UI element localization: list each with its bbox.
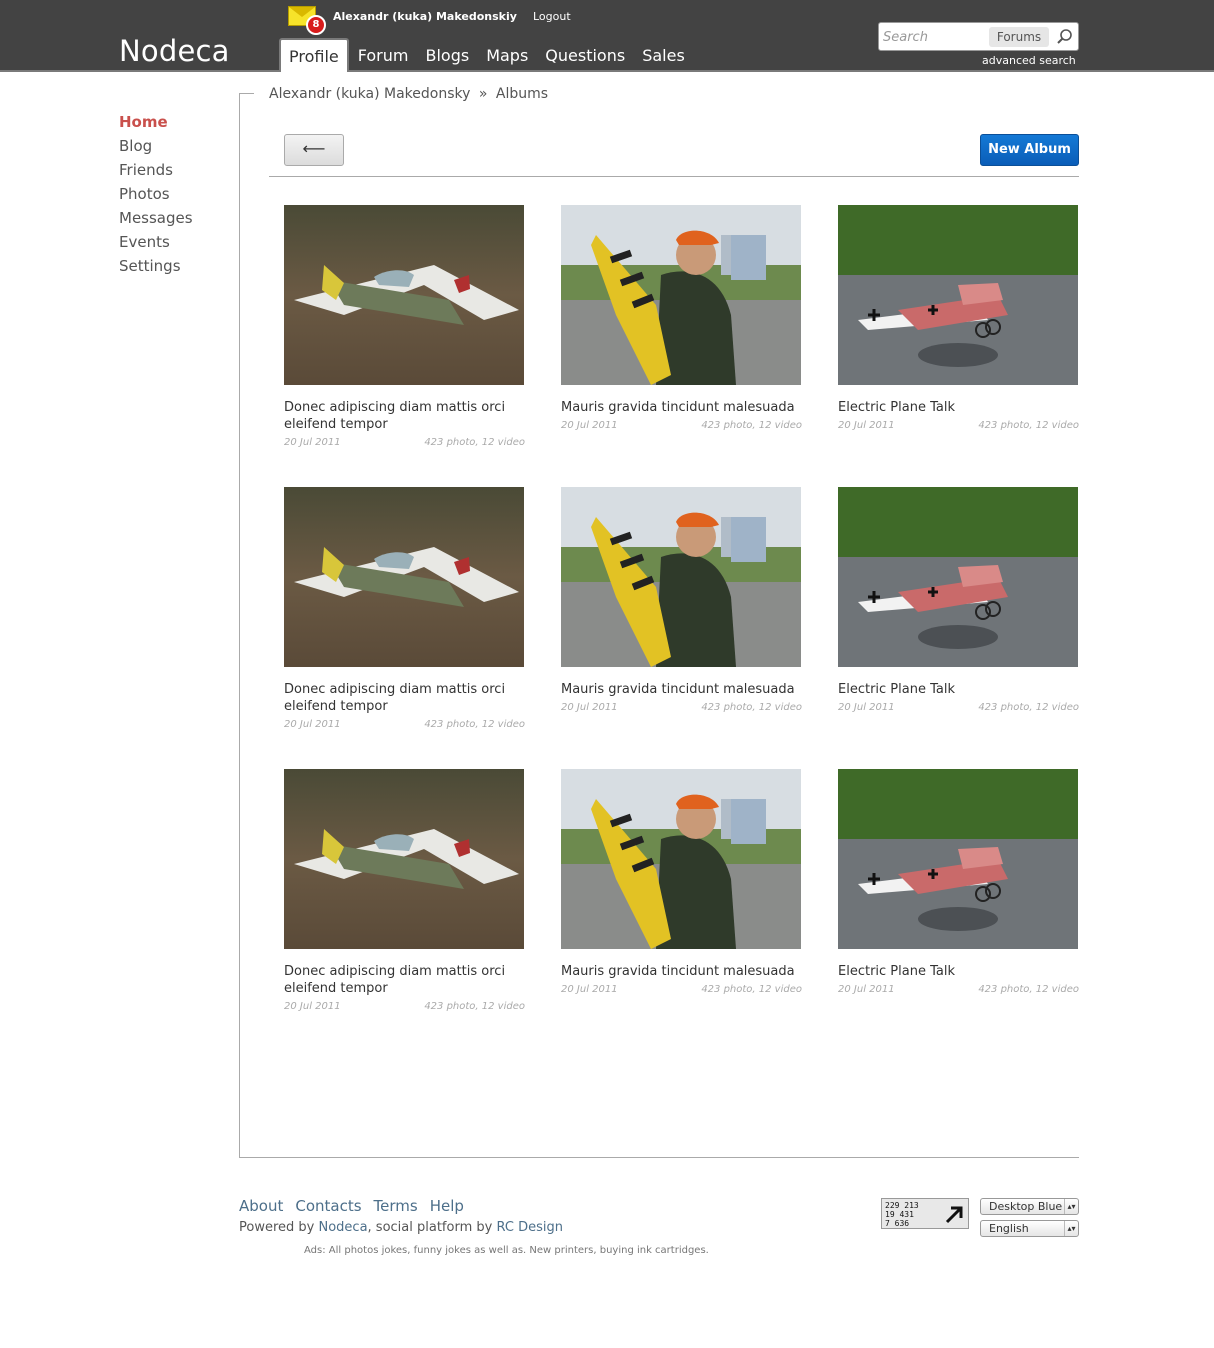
album-thumbnail[interactable] [284, 205, 524, 385]
album-thumbnail[interactable] [838, 769, 1078, 949]
select-arrows-icon: ▴▾ [1064, 1221, 1078, 1236]
album-title[interactable]: Mauris gravida tincidunt malesuada [561, 399, 802, 416]
album-date: 20 Jul 2011 [284, 719, 341, 730]
search-scope-button[interactable]: Forums [989, 27, 1049, 47]
album-counts: 423 photo, 12 video [701, 702, 802, 713]
ads-text: Ads: All photos jokes, funny jokes as we… [304, 1245, 709, 1256]
visit-counter[interactable]: 229 213 19 431 7 636 [881, 1198, 969, 1229]
notification-badge: 8 [306, 15, 326, 35]
album-title[interactable]: Donec adipiscing diam mattis orci eleife… [284, 399, 525, 433]
album-title[interactable]: Mauris gravida tincidunt malesuada [561, 681, 802, 698]
tab-forum[interactable]: Forum [349, 38, 417, 72]
sidebar-item-friends[interactable]: Friends [119, 160, 193, 184]
footer-link-contacts[interactable]: Contacts [295, 1197, 361, 1215]
username-link[interactable]: Alexandr (kuka) Makedonskiy [333, 10, 517, 23]
album-counts: 423 photo, 12 video [978, 420, 1079, 431]
tab-profile[interactable]: Profile [279, 38, 349, 72]
sidebar-item-settings[interactable]: Settings [119, 256, 193, 280]
album-title[interactable]: Electric Plane Talk [838, 963, 1079, 980]
album-date: 20 Jul 2011 [838, 702, 895, 713]
album-counts: 423 photo, 12 video [701, 420, 802, 431]
messages-icon[interactable]: 8 [288, 6, 326, 35]
album-date: 20 Jul 2011 [838, 420, 895, 431]
main-nav-tabs: Profile Forum Blogs Maps Questions Sales [279, 38, 693, 72]
tab-questions[interactable]: Questions [536, 38, 633, 72]
language-select-value: English [989, 1222, 1029, 1235]
album-title[interactable]: Mauris gravida tincidunt malesuada [561, 963, 802, 980]
album-card[interactable]: Donec adipiscing diam mattis orci eleife… [284, 205, 525, 448]
tab-maps[interactable]: Maps [477, 38, 536, 72]
sidebar-item-events[interactable]: Events [119, 232, 193, 256]
powered-prefix: Powered by [239, 1220, 315, 1235]
search-input[interactable] [883, 27, 985, 47]
breadcrumb-current: Albums [495, 86, 549, 102]
tab-sales[interactable]: Sales [633, 38, 693, 72]
album-card[interactable]: Mauris gravida tincidunt malesuada 20 Ju… [561, 487, 802, 713]
album-card[interactable]: Electric Plane Talk 20 Jul 2011 423 photo… [838, 205, 1079, 431]
language-select[interactable]: English ▴▾ [980, 1220, 1079, 1237]
album-card[interactable]: Donec adipiscing diam mattis orci eleife… [284, 487, 525, 730]
album-title[interactable]: Electric Plane Talk [838, 681, 1079, 698]
nodeca-link[interactable]: Nodeca [319, 1220, 368, 1235]
album-counts: 423 photo, 12 video [978, 984, 1079, 995]
album-thumbnail[interactable] [561, 487, 801, 667]
album-thumbnail[interactable] [838, 487, 1078, 667]
footer-link-terms[interactable]: Terms [374, 1197, 418, 1215]
album-card[interactable]: Donec adipiscing diam mattis orci eleife… [284, 769, 525, 1012]
album-thumbnail[interactable] [561, 205, 801, 385]
profile-sidebar: Home Blog Friends Photos Messages Events… [119, 112, 193, 280]
sidebar-item-blog[interactable]: Blog [119, 136, 193, 160]
select-arrows-icon: ▴▾ [1064, 1199, 1078, 1214]
album-date: 20 Jul 2011 [561, 420, 618, 431]
footer-link-help[interactable]: Help [430, 1197, 464, 1215]
logout-link[interactable]: Logout [533, 10, 571, 23]
album-title[interactable]: Donec adipiscing diam mattis orci eleife… [284, 681, 525, 715]
footer-link-about[interactable]: About [239, 1197, 283, 1215]
breadcrumb-user-link[interactable]: Alexandr (kuka) Makedonsky [269, 86, 470, 102]
rc-design-link[interactable]: RC Design [496, 1220, 562, 1235]
album-date: 20 Jul 2011 [284, 437, 341, 448]
album-counts: 423 photo, 12 video [424, 719, 525, 730]
album-card[interactable]: Electric Plane Talk 20 Jul 2011 423 photo… [838, 769, 1079, 995]
powered-by: Powered by Nodeca, social platform by RC… [239, 1220, 563, 1235]
footer-links: About Contacts Terms Help [239, 1197, 476, 1215]
tab-blogs[interactable]: Blogs [416, 38, 477, 72]
album-date: 20 Jul 2011 [838, 984, 895, 995]
album-date: 20 Jul 2011 [284, 1001, 341, 1012]
album-card[interactable]: Mauris gravida tincidunt malesuada 20 Ju… [561, 205, 802, 431]
sidebar-item-home[interactable]: Home [119, 112, 193, 136]
back-arrow-icon: ⟵ [302, 139, 326, 158]
search-box: Forums [878, 22, 1079, 51]
album-thumbnail[interactable] [284, 769, 524, 949]
album-counts: 423 photo, 12 video [978, 702, 1079, 713]
breadcrumb: Alexandr (kuka) Makedonsky » Albums [269, 86, 552, 102]
toolbar-divider [269, 176, 1079, 177]
album-card[interactable]: Mauris gravida tincidunt malesuada 20 Ju… [561, 769, 802, 995]
album-counts: 423 photo, 12 video [424, 437, 525, 448]
album-title[interactable]: Donec adipiscing diam mattis orci eleife… [284, 963, 525, 997]
album-thumbnail[interactable] [284, 487, 524, 667]
sidebar-item-messages[interactable]: Messages [119, 208, 193, 232]
album-counts: 423 photo, 12 video [701, 984, 802, 995]
counter-arrow-icon [945, 1206, 963, 1224]
album-date: 20 Jul 2011 [561, 702, 618, 713]
sidebar-item-photos[interactable]: Photos [119, 184, 193, 208]
album-thumbnail[interactable] [561, 769, 801, 949]
album-date: 20 Jul 2011 [561, 984, 618, 995]
album-counts: 423 photo, 12 video [424, 1001, 525, 1012]
back-button[interactable]: ⟵ [284, 134, 344, 166]
search-icon[interactable] [1055, 27, 1075, 47]
album-title[interactable]: Electric Plane Talk [838, 399, 1079, 416]
new-album-button[interactable]: New Album [980, 134, 1079, 166]
top-bar: Nodeca 8 Alexandr (kuka) Makedonskiy Log… [0, 0, 1214, 72]
theme-select[interactable]: Desktop Blue ▴▾ [980, 1198, 1079, 1215]
site-logo[interactable]: Nodeca [119, 34, 230, 68]
album-thumbnail[interactable] [838, 205, 1078, 385]
advanced-search-link[interactable]: advanced search [982, 54, 1076, 67]
album-card[interactable]: Electric Plane Talk 20 Jul 2011 423 photo… [838, 487, 1079, 713]
theme-select-value: Desktop Blue [989, 1200, 1063, 1213]
powered-mid: , social platform by [367, 1220, 493, 1235]
breadcrumb-separator: » [478, 86, 488, 102]
